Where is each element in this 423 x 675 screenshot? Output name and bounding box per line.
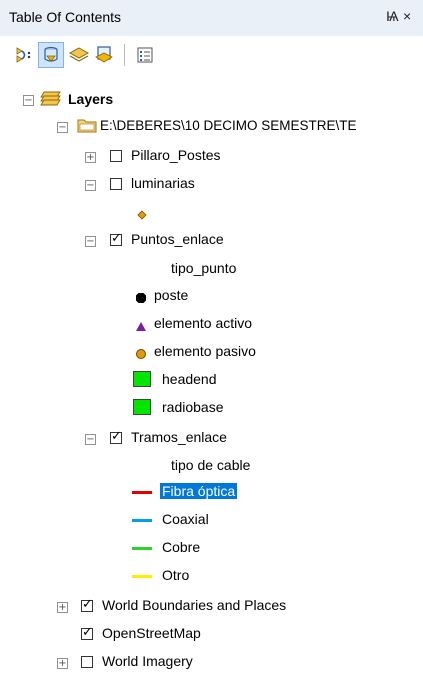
check-icon: ✓	[111, 429, 122, 444]
layer-label-luminarias[interactable]: luminarias	[131, 175, 195, 191]
layer-visibility-checkbox[interactable]	[81, 656, 93, 668]
cobre-line-symbol	[132, 547, 152, 550]
collapse-toggle[interactable]: −	[57, 122, 68, 133]
check-icon: ✓	[111, 231, 122, 246]
options-icon[interactable]	[132, 42, 158, 68]
class-label-poste: poste	[154, 287, 189, 303]
otro-line-symbol	[132, 575, 152, 578]
layer-visibility-checkbox[interactable]: ✓	[110, 429, 122, 444]
class-label-radiobase: radiobase	[162, 399, 224, 415]
layer-label-puntos[interactable]: Puntos_enlace	[131, 231, 224, 247]
class-label-fibra-optica-selected[interactable]: Fibra óptica	[160, 483, 238, 499]
field-name-tipo-punto: tipo_punto	[171, 260, 237, 276]
elemento-pasivo-symbol-icon	[135, 347, 147, 363]
folder-icon	[77, 117, 97, 136]
layer-visibility-checkbox[interactable]: ✓	[81, 625, 93, 640]
layer-visibility-checkbox[interactable]	[110, 150, 122, 162]
folder-path-label[interactable]: E:\DEBERES\10 DECIMO SEMESTRE\TE	[100, 118, 357, 133]
class-label-otro: Otro	[162, 567, 190, 583]
layer-label-tramos[interactable]: Tramos_enlace	[131, 429, 227, 445]
layers-root-label[interactable]: Layers	[68, 91, 113, 107]
check-icon: ✓	[82, 625, 93, 640]
expand-toggle[interactable]: +	[57, 658, 68, 669]
class-label-headend: headend	[162, 371, 217, 387]
close-icon[interactable]: ×	[403, 8, 411, 24]
collapse-toggle[interactable]: −	[85, 180, 96, 191]
pin-icon[interactable]: Ѩ	[386, 8, 399, 24]
coaxial-line-symbol	[132, 519, 152, 522]
layer-visibility-checkbox[interactable]: ✓	[110, 231, 122, 246]
field-name-tipo-cable: tipo de cable	[171, 457, 251, 473]
list-by-drawing-order-icon[interactable]	[12, 42, 38, 68]
layer-label-openstreetmap[interactable]: OpenStreetMap	[102, 625, 201, 641]
elemento-activo-symbol-icon	[135, 319, 147, 335]
collapse-toggle[interactable]: −	[23, 95, 34, 106]
toolbar-separator	[124, 44, 125, 66]
toc-tree: − Layers − E:\DEBERES\10 DECIMO SEMESTRE…	[0, 74, 423, 675]
collapse-toggle[interactable]: −	[85, 434, 96, 445]
luminarias-symbol-icon	[137, 207, 147, 223]
list-by-selection-icon[interactable]	[92, 42, 118, 68]
class-label-coaxial: Coaxial	[162, 511, 209, 527]
layer-label-pillaro[interactable]: Pillaro_Postes	[131, 147, 221, 163]
class-label-cobre: Cobre	[162, 539, 201, 555]
layer-label-world-boundaries[interactable]: World Boundaries and Places	[102, 597, 286, 613]
class-label-elemento-pasivo: elemento pasivo	[154, 343, 256, 359]
layer-label-world-imagery[interactable]: World Imagery	[102, 653, 193, 669]
window-title: Table Of Contents	[9, 9, 122, 25]
class-label-elemento-activo: elemento activo	[154, 315, 253, 331]
list-by-source-icon[interactable]	[38, 42, 64, 68]
list-by-visibility-icon[interactable]	[66, 42, 92, 68]
headend-swatch	[133, 371, 151, 387]
check-icon: ✓	[82, 597, 93, 612]
expand-toggle[interactable]: +	[57, 602, 68, 613]
layer-visibility-checkbox[interactable]: ✓	[81, 597, 93, 612]
layers-stack-icon	[40, 90, 62, 111]
fibra-line-symbol	[132, 491, 152, 494]
expand-toggle[interactable]: +	[85, 152, 96, 163]
poste-symbol-icon	[135, 291, 147, 307]
collapse-toggle[interactable]: −	[85, 236, 96, 247]
radiobase-swatch	[133, 399, 151, 415]
layer-visibility-checkbox[interactable]	[110, 178, 122, 190]
